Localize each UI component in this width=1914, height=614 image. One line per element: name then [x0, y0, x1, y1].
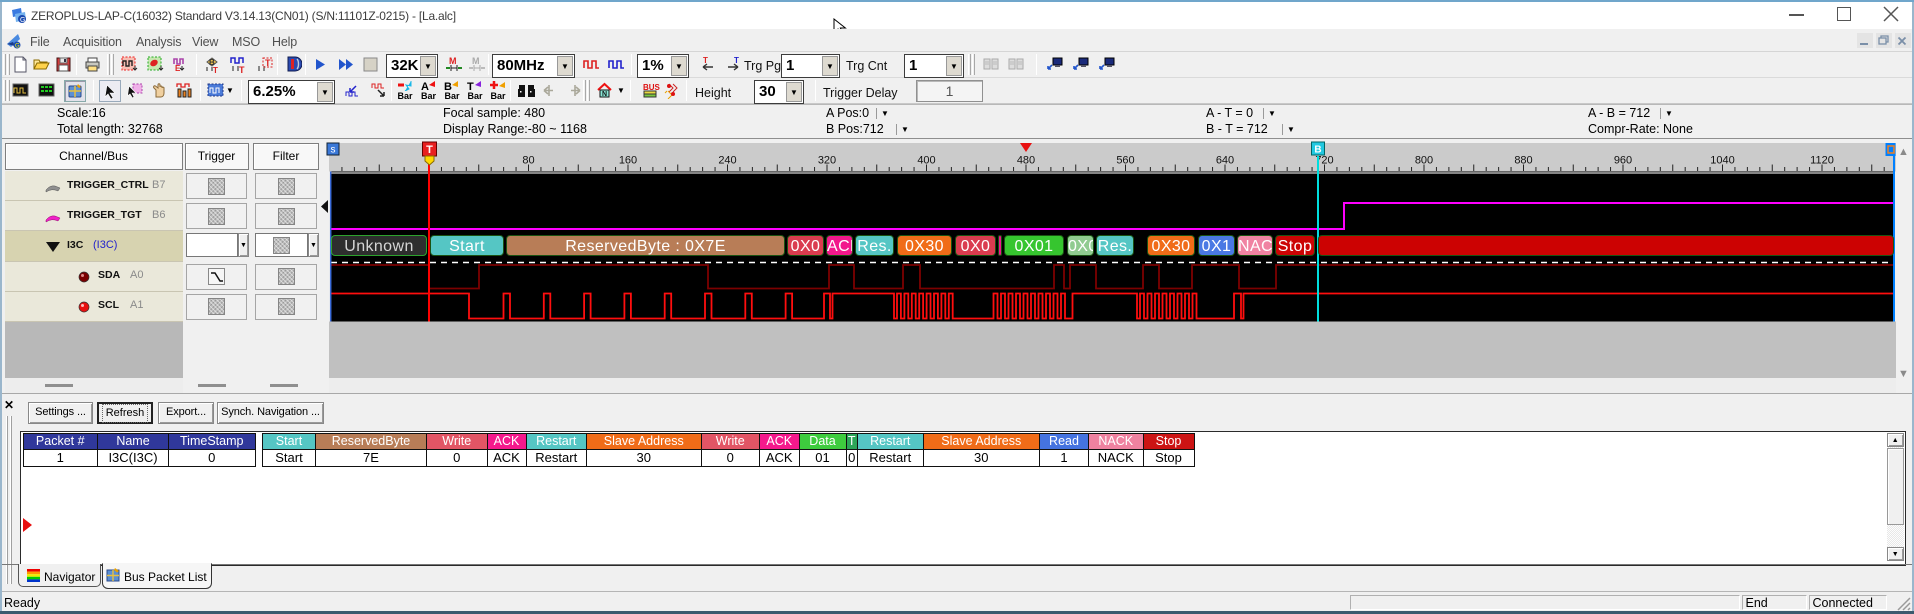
svg-text:80: 80 — [522, 155, 534, 167]
svg-text:1040: 1040 — [1710, 155, 1734, 167]
svg-text:T: T — [703, 56, 708, 65]
svg-text:M: M — [472, 56, 480, 66]
svg-text:T: T — [734, 56, 739, 65]
svg-text:A: A — [421, 81, 429, 91]
svg-text:T: T — [467, 81, 474, 91]
svg-text:M: M — [449, 56, 457, 66]
svg-text:320: 320 — [818, 155, 836, 167]
svg-text:880: 880 — [1514, 155, 1532, 167]
svg-text:800: 800 — [1415, 155, 1433, 167]
svg-text:T: T — [265, 58, 271, 68]
svg-text:G: G — [15, 44, 20, 50]
svg-text:960: 960 — [1614, 155, 1632, 167]
svg-text:G: G — [20, 17, 25, 24]
svg-text:160: 160 — [619, 155, 637, 167]
svg-text:640: 640 — [1216, 155, 1234, 167]
svg-text:480: 480 — [1017, 155, 1035, 167]
svg-text:N: N — [602, 91, 607, 98]
svg-text:B: B — [444, 81, 452, 91]
svg-text:560: 560 — [1116, 155, 1134, 167]
svg-text:B: B — [1314, 145, 1321, 156]
svg-text:T: T — [213, 66, 218, 73]
svg-text:T: T — [426, 144, 433, 156]
svg-text:s: s — [331, 145, 336, 156]
svg-text:1120: 1120 — [1810, 155, 1834, 167]
svg-text:400: 400 — [917, 155, 935, 167]
svg-text:240: 240 — [718, 155, 736, 167]
svg-text:T: T — [239, 65, 245, 73]
